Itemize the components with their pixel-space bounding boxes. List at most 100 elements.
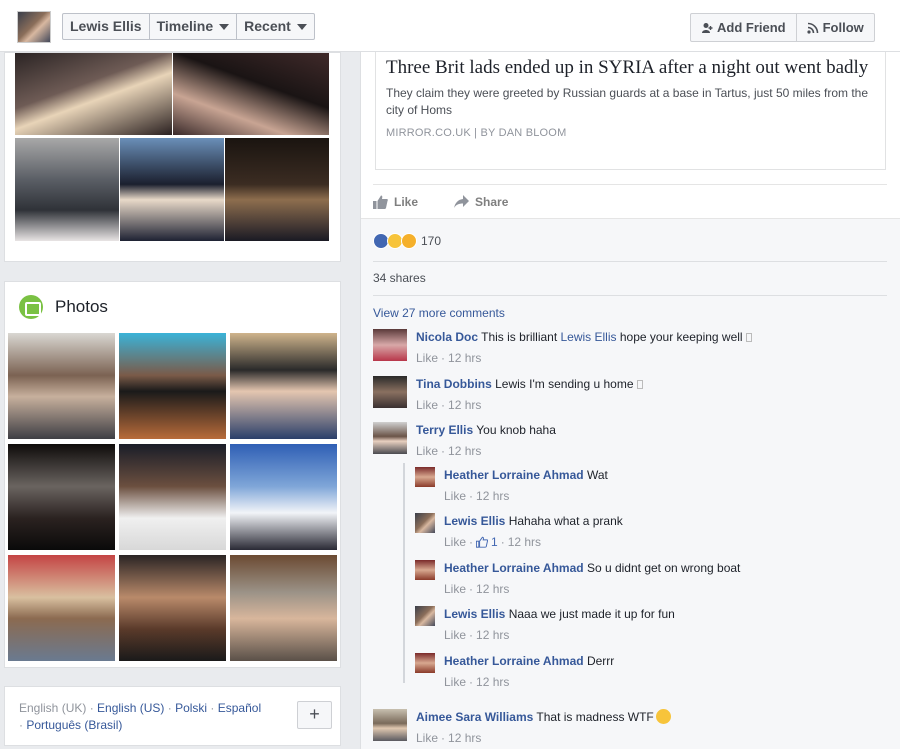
comment-like-link[interactable]: Like [416, 443, 438, 459]
thumbs-up-icon [373, 195, 388, 209]
photo-thumbnail[interactable] [8, 333, 115, 439]
comment-time[interactable]: 12 hrs [448, 443, 481, 459]
reactions-summary[interactable]: 170 [373, 233, 441, 249]
reactions-count: 170 [421, 234, 442, 248]
photo-thumbnail[interactable] [230, 333, 337, 439]
shares-count[interactable]: 34 shares [373, 271, 426, 285]
photo-thumbnail[interactable] [230, 444, 337, 550]
post-actions: Like Share [373, 184, 887, 218]
photos-card: Photos [4, 281, 341, 668]
featured-photos-card [4, 52, 341, 262]
divider [373, 295, 887, 296]
comment-author[interactable]: Terry Ellis [416, 423, 473, 437]
comment-author[interactable]: Heather Lorraine Ahmad [444, 654, 584, 668]
add-friend-button[interactable]: Add Friend [691, 14, 797, 41]
comment-like-link[interactable]: Like [444, 627, 466, 643]
avatar[interactable] [373, 709, 407, 741]
avatar[interactable] [373, 329, 407, 361]
share-arrow-icon [454, 194, 470, 208]
link-author: BY DAN BLOOM [480, 127, 567, 139]
comment-text: Hahaha what a prank [508, 514, 623, 528]
profile-nav: Lewis Ellis Timeline Recent [62, 13, 315, 40]
thumbs-up-icon [476, 536, 489, 548]
photo-thumbnail[interactable] [119, 555, 226, 661]
avatar[interactable] [415, 513, 435, 533]
link-title[interactable]: Three Brit lads ended up in SYRIA after … [386, 56, 875, 79]
avatar[interactable] [415, 560, 435, 580]
comment-author[interactable]: Heather Lorraine Ahmad [444, 468, 584, 482]
like-button[interactable]: Like [373, 195, 418, 209]
comment-like-link[interactable]: Like [444, 488, 466, 504]
laughing-emoji-icon [655, 709, 671, 724]
comments-section: 170 34 shares View 27 more comments Nico… [361, 218, 900, 749]
comment-like-link[interactable]: Like [416, 397, 438, 413]
comment-like-link[interactable]: Like [444, 534, 466, 550]
comment-time[interactable]: 12 hrs [476, 581, 509, 597]
timeline-dropdown[interactable]: Timeline [150, 14, 238, 39]
share-label: Share [475, 194, 509, 209]
comment-author[interactable]: Heather Lorraine Ahmad [444, 561, 584, 575]
comment-time[interactable]: 12 hrs [476, 674, 509, 690]
photo-thumbnail[interactable] [230, 555, 337, 661]
avatar[interactable] [373, 376, 407, 408]
comment-like-count[interactable]: 1 [491, 534, 498, 550]
comment-time[interactable]: 12 hrs [508, 534, 541, 550]
follow-button[interactable]: Follow [797, 14, 874, 41]
photo-thumbnail[interactable] [119, 333, 226, 439]
comment-like-link[interactable]: Like [416, 730, 438, 746]
comment-like-link[interactable]: Like [444, 674, 466, 690]
language-link[interactable]: Polski [175, 701, 207, 715]
featured-photo[interactable] [225, 138, 329, 241]
language-list: English (UK) · English (US) · Polski · E… [19, 701, 262, 732]
avatar[interactable] [415, 653, 435, 673]
profile-actions: Add Friend Follow [690, 13, 875, 42]
photo-thumbnail[interactable] [8, 444, 115, 550]
comment-like-link[interactable]: Like [416, 350, 438, 366]
featured-photo[interactable] [15, 138, 119, 241]
comment-text: Naaa we just made it up for fun [508, 607, 675, 621]
add-language-button[interactable]: + [297, 701, 332, 729]
profile-header-bar: Lewis Ellis Timeline Recent Add Friend F… [0, 0, 900, 52]
avatar[interactable] [415, 467, 435, 487]
photo-thumbnail[interactable] [8, 555, 115, 661]
profile-avatar[interactable] [17, 11, 51, 43]
comment-time[interactable]: 12 hrs [476, 627, 509, 643]
featured-photo[interactable] [120, 138, 224, 241]
comment-time[interactable]: 12 hrs [476, 488, 509, 504]
comment-text: Wat [586, 468, 608, 482]
comment-author[interactable]: Lewis Ellis [444, 514, 505, 528]
comment-author[interactable]: Aimee Sara Williams [416, 710, 533, 724]
wow-reaction-icon [401, 233, 417, 249]
share-button[interactable]: Share [454, 194, 509, 209]
recent-dropdown[interactable]: Recent [237, 14, 314, 39]
avatar[interactable] [415, 606, 435, 626]
comment-mention[interactable]: Lewis Ellis [561, 330, 617, 344]
link-preview[interactable]: Three Brit lads ended up in SYRIA after … [375, 52, 886, 170]
post: Three Brit lads ended up in SYRIA after … [360, 52, 900, 749]
timeline-label: Timeline [156, 18, 214, 34]
photos-title[interactable]: Photos [55, 297, 108, 317]
comment-time[interactable]: 12 hrs [448, 730, 481, 746]
featured-photo[interactable] [173, 53, 329, 135]
language-link[interactable]: English (US) [97, 701, 164, 715]
reply-thread-line [403, 463, 405, 683]
unknown-glyph-icon [745, 333, 752, 342]
featured-photo[interactable] [15, 53, 172, 135]
profile-name-link[interactable]: Lewis Ellis [63, 14, 150, 39]
view-more-comments[interactable]: View 27 more comments [373, 306, 505, 320]
comment-author[interactable]: Tina Dobbins [416, 377, 492, 391]
add-friend-icon [702, 22, 713, 33]
comment-time[interactable]: 12 hrs [448, 397, 481, 413]
recent-label: Recent [244, 18, 291, 34]
comment-author[interactable]: Lewis Ellis [444, 607, 505, 621]
comment-author[interactable]: Nicola Doc [416, 330, 478, 344]
photo-thumbnail[interactable] [119, 444, 226, 550]
avatar[interactable] [373, 422, 407, 454]
add-friend-label: Add Friend [717, 20, 786, 35]
language-link[interactable]: Português (Brasil) [26, 718, 122, 732]
photos-icon [19, 295, 43, 319]
comment-text: So u didnt get on wrong boat [586, 561, 741, 575]
comment-time[interactable]: 12 hrs [448, 350, 481, 366]
comment-like-link[interactable]: Like [444, 581, 466, 597]
language-link[interactable]: Español [218, 701, 261, 715]
